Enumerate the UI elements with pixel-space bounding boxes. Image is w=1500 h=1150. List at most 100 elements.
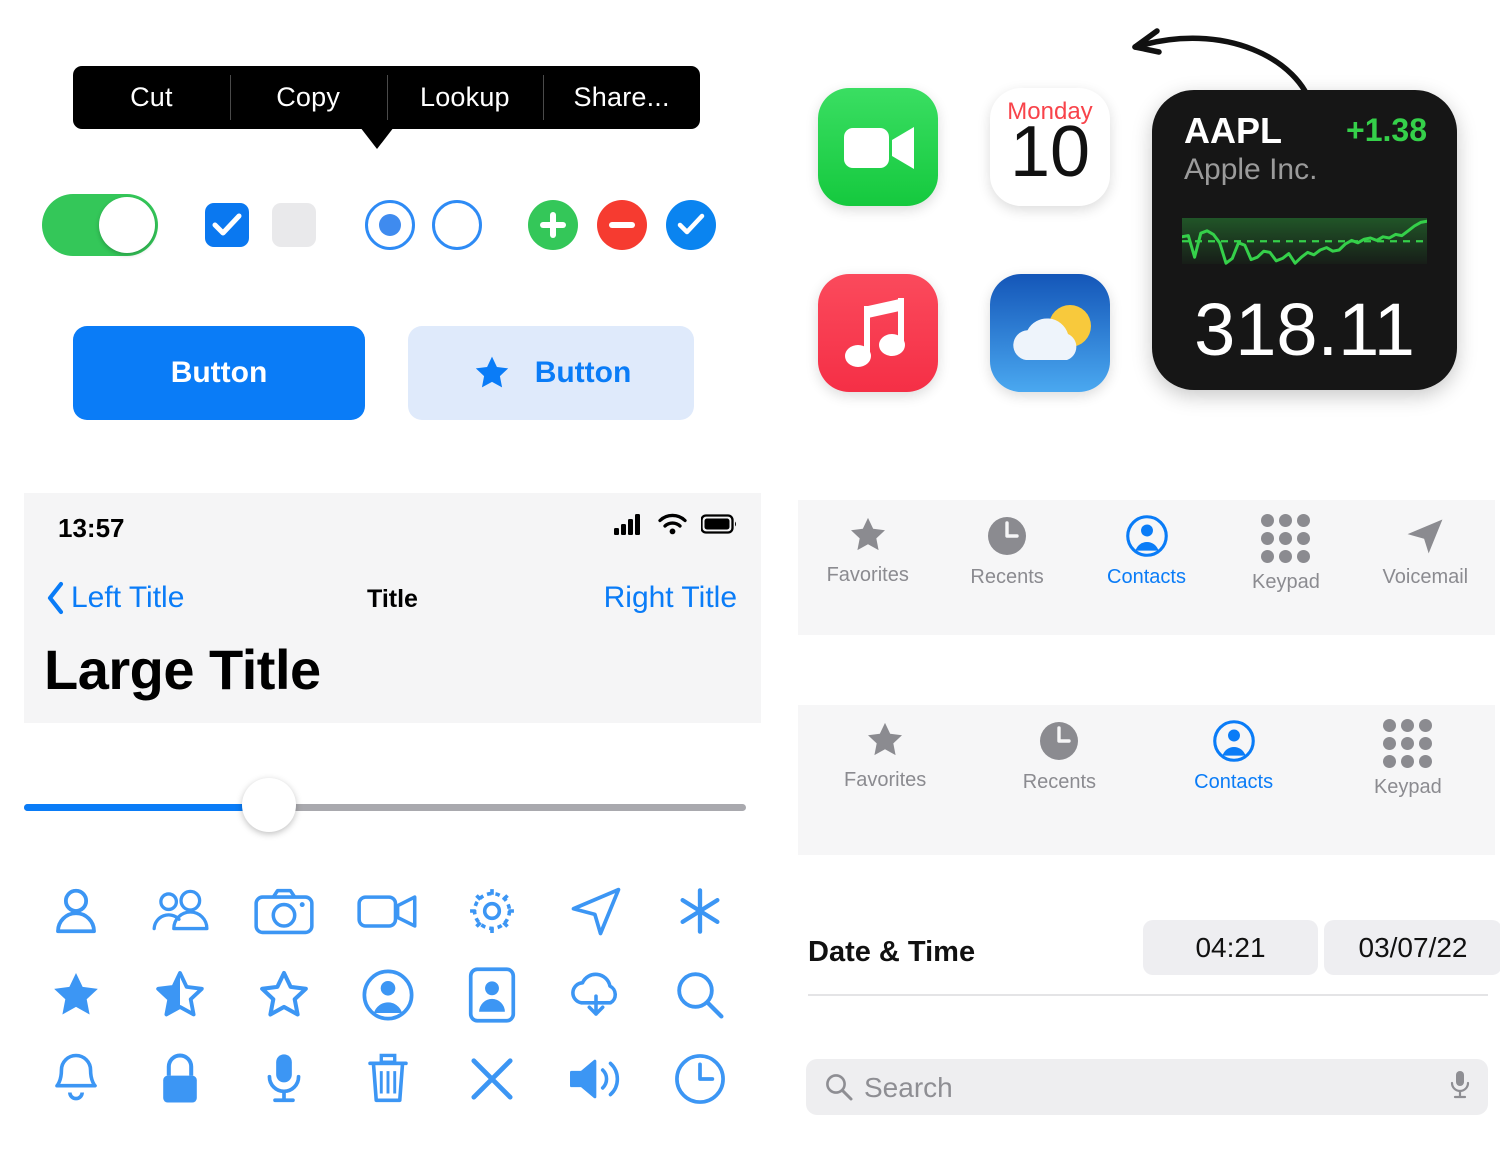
navigation-panel: 13:57 Left Title Title Right Title Large… [24,493,761,723]
row-divider [808,994,1488,996]
navigation-bar: Left Title Title Right Title [24,573,761,635]
tab-favorites[interactable]: Favorites [798,514,937,594]
tab-keypad[interactable]: Keypad [1321,719,1495,799]
tab-label: Voicemail [1382,566,1469,588]
tab-recents[interactable]: Recents [972,719,1146,799]
star-fill-icon [850,517,885,551]
asterisk-icon[interactable] [648,880,752,942]
microphone-icon[interactable] [232,1048,336,1110]
tab-label: Recents [970,566,1044,588]
menu-item-lookup[interactable]: Lookup [386,66,544,129]
stock-widget[interactable]: AAPL +1.38 Apple Inc. 318.11 [1152,90,1457,390]
cloud-download-icon[interactable] [544,964,648,1026]
microphone-icon[interactable] [1448,1069,1472,1108]
edit-menu-popup: Cut Copy Lookup Share... [73,66,700,129]
music-app-icon[interactable] [818,274,938,392]
battery-icon [701,514,737,534]
speaker-wave-icon[interactable] [544,1048,648,1110]
radio-button-selected[interactable] [365,200,415,250]
clock-fill-icon [1040,722,1079,760]
status-bar-time: 13:57 [58,513,125,543]
filled-button[interactable]: Button [73,326,365,420]
right-bar-button[interactable]: Right Title [604,581,737,615]
weather-app-icon[interactable] [990,274,1110,392]
tab-contacts[interactable]: Contacts [1147,719,1321,799]
tab-label: Contacts [1194,771,1274,793]
tab-label: Keypad [1252,571,1320,593]
radio-button-unselected[interactable] [432,200,482,250]
stock-sparkline-chart [1182,218,1427,265]
tab-voicemail[interactable]: Voicemail [1356,514,1495,594]
stock-price: 318.11 [1194,288,1415,371]
date-time-row: Date & Time 04:21 03/07/22 [808,920,1500,996]
search-field[interactable]: Search [806,1059,1488,1115]
video-camera-icon[interactable] [336,880,440,942]
tab-favorites[interactable]: Favorites [798,719,972,799]
edit-menu-caret [360,127,394,149]
tab-recents[interactable]: Recents [937,514,1076,594]
large-title: Large Title [44,638,321,701]
minus-icon [609,212,635,238]
bell-icon[interactable] [24,1048,128,1110]
star-outline-icon[interactable] [232,964,336,1026]
status-bar-icons [614,513,737,535]
time-picker-field[interactable]: 04:21 [1143,920,1318,975]
menu-item-copy[interactable]: Copy [229,66,387,129]
camera-icon[interactable] [232,880,336,942]
search-input[interactable]: Search [864,1072,953,1104]
date-time-label: Date & Time [808,936,976,968]
star-fill-icon [868,722,903,756]
person-icon[interactable] [24,880,128,942]
tab-label: Recents [1022,771,1097,793]
tab-label: Favorites [844,769,927,791]
toggle-knob [99,197,155,253]
toggle-switch-on[interactable] [42,194,158,256]
facetime-app-icon[interactable] [818,88,938,206]
menu-item-cut[interactable]: Cut [73,66,230,129]
checkbox-unchecked[interactable] [272,203,316,247]
contact-card-icon[interactable] [440,964,544,1026]
wifi-icon [658,513,687,535]
keypad-icon [1383,719,1433,768]
sun-cloud-glyph [1013,305,1091,360]
confirm-button[interactable] [666,200,716,250]
tab-contacts[interactable]: Contacts [1077,514,1216,594]
xmark-icon[interactable] [440,1048,544,1110]
screenshot-canvas: Cut Copy Lookup Share... Button Button 1… [0,0,1500,1150]
menu-item-share[interactable]: Share... [543,66,700,129]
tab-bar-four-items: Favorites Recents Contacts Keypad [798,705,1495,855]
checkmark-icon [677,213,705,235]
gear-icon[interactable] [440,880,544,942]
stock-change: +1.38 [1346,112,1427,148]
paperplane-fill-icon [1407,519,1443,554]
star-fill-icon [475,356,508,388]
person-circle-fill-icon [1125,515,1168,557]
stock-company-name: Apple Inc. [1184,153,1318,186]
magnifier-icon[interactable] [648,964,752,1026]
video-camera-glyph [844,127,914,169]
paperplane-icon[interactable] [544,880,648,942]
tinted-button[interactable]: Button [408,326,694,420]
plus-icon [540,212,566,238]
star-half-icon[interactable] [128,964,232,1026]
add-button[interactable] [528,200,578,250]
tinted-button-label: Button [534,356,632,389]
remove-button[interactable] [597,200,647,250]
music-note-glyph [845,298,905,367]
clock-icon[interactable] [648,1048,752,1110]
stock-symbol: AAPL [1184,110,1282,151]
tab-keypad[interactable]: Keypad [1216,514,1355,594]
clock-fill-icon [988,517,1027,555]
date-picker-field[interactable]: 03/07/22 [1324,920,1500,975]
checkbox-checked[interactable] [205,203,249,247]
lock-icon[interactable] [128,1048,232,1110]
calendar-app-icon[interactable]: Monday 10 [990,88,1110,206]
person-circle-fill-icon[interactable] [336,964,440,1026]
slider[interactable] [24,778,746,832]
star-fill-icon[interactable] [24,964,128,1026]
trash-icon[interactable] [336,1048,440,1110]
tab-bar-five-items: Favorites Recents Contacts Keypad Voicem… [798,500,1495,635]
tab-label: Keypad [1373,776,1442,798]
slider-thumb[interactable] [242,778,297,832]
two-people-icon[interactable] [128,880,232,942]
